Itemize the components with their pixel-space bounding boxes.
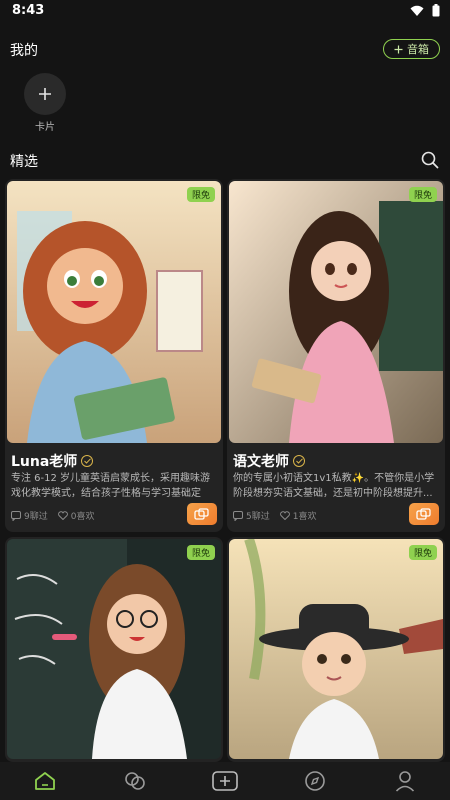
section-title-featured: 精选 [10,154,38,170]
status-icons [410,4,440,17]
character-card[interactable]: 限免 [227,537,445,762]
wifi-icon [410,5,424,16]
start-chat-button[interactable] [409,503,439,525]
status-bar: 8:43 [0,0,450,22]
like-count: 0喜欢 [70,512,95,522]
home-icon [35,772,55,790]
chat-count-icon [233,510,243,521]
user-icon [395,771,415,792]
chat-bubbles-icon [125,772,145,790]
chat-cards-icon [194,508,209,520]
search-button[interactable] [420,150,440,170]
free-badge: 限免 [408,187,437,202]
tab-profile[interactable] [390,766,420,796]
battery-icon [432,4,440,17]
heart-icon [57,511,68,520]
card-image: 限免 [229,181,443,443]
chat-count: 5聊过 [246,512,270,522]
card-title: Luna老师 [11,454,78,470]
add-card-button[interactable] [24,73,66,115]
add-square-icon [212,771,238,791]
music-box-label: 音箱 [407,43,429,56]
card-stats: 9聊过 0喜欢 [11,509,94,522]
music-box-button[interactable]: 音箱 [383,39,440,59]
plus-icon [39,88,51,100]
card-description: 专注 6-12 岁儿童英语启蒙成长，采用趣味游戏化教学模式，结合孩子性格与学习基… [11,473,211,499]
free-badge: 限免 [186,187,215,202]
verified-icon [293,455,305,467]
chat-count: 9聊过 [24,512,48,522]
plus-icon [394,45,403,53]
bottom-tab-bar [0,762,450,800]
tab-messages[interactable] [120,766,150,796]
tab-home[interactable] [30,766,60,796]
status-time: 8:43 [12,3,45,18]
free-badge: 限免 [408,545,437,560]
card-title: 语文老师 [233,454,289,470]
discover-icon [305,771,325,791]
character-card-luna[interactable]: 限免 Luna老师 专注 6-12 岁儿童英语启蒙成长，采用趣味游戏化教学模式，… [5,179,223,532]
section-title-mine: 我的 [10,43,38,59]
card-stats: 5聊过 1喜欢 [233,509,316,522]
free-badge: 限免 [186,545,215,560]
card-description: 你的专属小初语文1v1私教✨。不管你是小学阶段想夯实语文基础，还是初中阶段想提升… [233,473,435,499]
card-image: 限免 [7,181,221,443]
add-card-label: 卡片 [35,122,55,133]
tab-create[interactable] [210,766,240,796]
chat-count-icon [11,510,21,521]
card-image: 限免 [7,539,221,759]
like-count: 1喜欢 [292,512,317,522]
heart-icon [279,511,290,520]
card-image: 限免 [229,539,443,759]
start-chat-button[interactable] [187,503,217,525]
search-icon [421,151,439,169]
chat-cards-icon [416,508,431,520]
verified-icon [81,455,94,467]
character-card[interactable]: 限免 [5,537,223,762]
character-card-chinese-teacher[interactable]: 限免 语文老师 你的专属小初语文1v1私教✨。不管你是小学阶段想夯实语文基础，还… [227,179,445,532]
tab-discover[interactable] [300,766,330,796]
